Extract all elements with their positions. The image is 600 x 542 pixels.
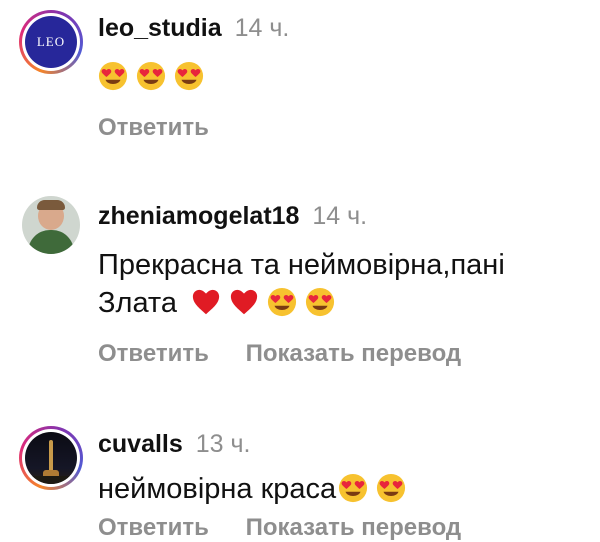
- heart-eyes-emoji: [136, 61, 166, 91]
- red-heart-emoji: [230, 289, 258, 315]
- timestamp: 14 ч.: [312, 202, 368, 230]
- leo-logo: LEO: [25, 16, 77, 68]
- reply-button[interactable]: Ответить: [98, 114, 209, 141]
- comment-header: zheniamogelat18 14 ч.: [98, 202, 367, 231]
- reply-button[interactable]: Ответить: [98, 340, 209, 367]
- heart-eyes-emoji: [339, 473, 368, 503]
- username[interactable]: leo_studia: [98, 14, 222, 42]
- comment-text-line: Прекрасна та неймовірна,пані: [98, 249, 505, 281]
- comment-text: неймовірна краса: [98, 470, 588, 508]
- comment-actions: Ответить Показать перевод: [98, 514, 491, 542]
- reply-button[interactable]: Ответить: [98, 514, 209, 541]
- comment-actions: Ответить Показать перевод: [98, 340, 491, 368]
- comment-text: Прекрасна та неймовірна,пані Злата: [98, 246, 588, 322]
- timestamp: 13 ч.: [195, 430, 251, 458]
- heart-eyes-emoji: [306, 287, 335, 317]
- avatar[interactable]: [19, 426, 83, 490]
- show-translation-button[interactable]: Показать перевод: [246, 514, 462, 541]
- show-translation-button[interactable]: Показать перевод: [246, 340, 462, 367]
- username[interactable]: zheniamogelat18: [98, 202, 299, 230]
- timestamp: 14 ч.: [234, 14, 290, 42]
- avatar[interactable]: [22, 196, 80, 254]
- heart-eyes-emoji: [174, 61, 204, 91]
- comment-actions: Ответить: [98, 114, 239, 142]
- heart-eyes-emoji: [268, 287, 297, 317]
- heart-eyes-emoji: [377, 473, 406, 503]
- avatar[interactable]: LEO: [19, 10, 83, 74]
- heart-eyes-emoji: [98, 61, 128, 91]
- username[interactable]: cuvalls: [98, 430, 183, 458]
- comment-text: [98, 58, 588, 96]
- comment-header: cuvalls 13 ч.: [98, 430, 250, 459]
- red-heart-emoji: [192, 289, 220, 315]
- comment-header: leo_studia 14 ч.: [98, 14, 289, 43]
- comment-text-line-2: Злата: [98, 284, 588, 322]
